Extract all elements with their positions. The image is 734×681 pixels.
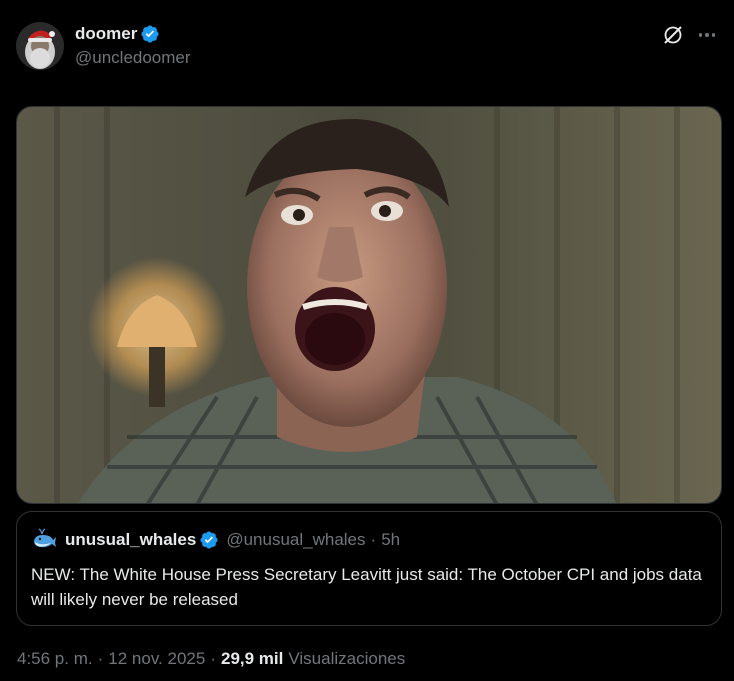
santa-avatar-icon	[16, 22, 64, 70]
more-dot-icon	[705, 33, 709, 37]
separator-dot: ·	[210, 649, 216, 668]
more-dot-icon	[711, 33, 716, 37]
screaming-man-photo	[17, 107, 721, 503]
post-metadata: 4:56 p. m. · 12 nov. 2025 · 29,9 mil Vis…	[17, 649, 405, 669]
separator-dot: ·	[97, 649, 104, 668]
author-names: doomer @uncledoomer	[75, 23, 191, 68]
views-count[interactable]: 29,9 mil	[221, 649, 283, 669]
post-header: doomer @uncledoomer	[16, 20, 718, 72]
quoted-display-name[interactable]: unusual_whales	[65, 530, 196, 550]
verified-badge-icon	[141, 25, 159, 43]
more-dot-icon	[698, 33, 703, 37]
more-options-button[interactable]	[696, 24, 718, 46]
quoted-post-text: NEW: The White House Press Secretary Lea…	[31, 565, 702, 609]
grok-icon	[664, 26, 682, 44]
author-display-name[interactable]: doomer	[75, 24, 137, 44]
quoted-timestamp[interactable]: 5h	[381, 530, 400, 550]
separator-dot: ·	[370, 530, 377, 549]
author-avatar[interactable]	[16, 22, 64, 70]
post-media-photo[interactable]	[16, 106, 722, 504]
grok-button[interactable]	[662, 24, 684, 46]
author-handle[interactable]: @uncledoomer	[75, 48, 191, 68]
views-label: Visualizaciones	[288, 649, 406, 668]
quoted-handle[interactable]: @unusual_whales	[226, 530, 365, 550]
whale-avatar-icon	[34, 528, 56, 548]
post-time[interactable]: 4:56 p. m.	[17, 649, 93, 669]
quoted-post[interactable]: unusual_whales @unusual_whales · 5h NEW:…	[16, 511, 722, 626]
post-date[interactable]: 12 nov. 2025	[108, 649, 205, 669]
quoted-post-header: unusual_whales @unusual_whales · 5h	[31, 528, 400, 552]
verified-badge-icon	[200, 531, 218, 549]
